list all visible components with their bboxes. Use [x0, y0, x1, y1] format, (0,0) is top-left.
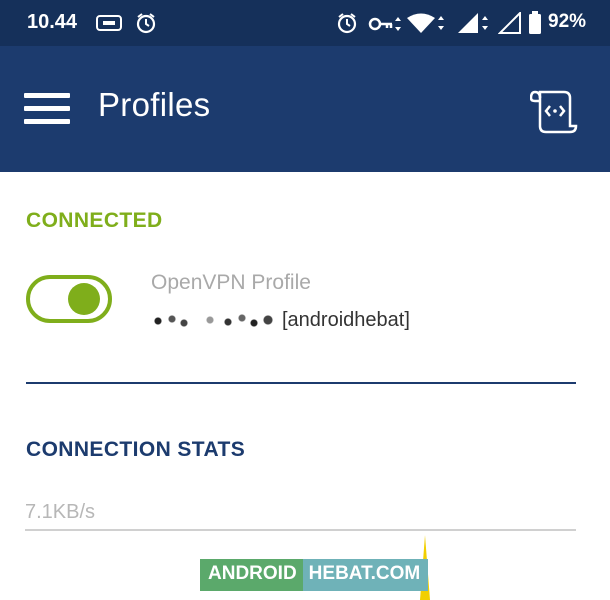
toolbar: Profiles	[0, 46, 610, 172]
battery-icon	[529, 11, 541, 34]
profile-server: [androidhebat]	[150, 308, 410, 332]
profile-name[interactable]: OpenVPN Profile	[151, 271, 311, 295]
signal-empty-icon	[498, 12, 521, 34]
alarm-icon-right	[337, 13, 357, 34]
status-time: 10.44	[27, 11, 78, 33]
cast-icon	[96, 15, 122, 31]
hamburger-menu-icon[interactable]	[24, 93, 70, 125]
toggle-knob	[68, 283, 100, 315]
signal-icon	[458, 13, 488, 33]
profile-server-suffix: [androidhebat]	[282, 308, 410, 331]
vpn-connection-toggle[interactable]	[26, 275, 112, 323]
status-bar: 10.44 92%	[0, 0, 610, 46]
connected-section-header: CONNECTED	[26, 209, 163, 232]
page-title: Profiles	[98, 86, 211, 123]
redacted-server-text	[150, 309, 278, 331]
speed-value: 7.1KB/s	[25, 501, 96, 523]
wifi-icon	[407, 13, 444, 33]
watermark: ANDROID HEBAT.COM	[200, 559, 429, 591]
speed-axis-line	[25, 529, 576, 531]
watermark-part2: HEBAT.COM	[302, 559, 429, 591]
section-divider	[26, 382, 576, 384]
vpn-key-icon	[368, 17, 401, 31]
battery-percent: 92%	[548, 11, 587, 32]
import-profile-icon[interactable]	[530, 86, 580, 136]
watermark-part1: ANDROID	[200, 559, 303, 591]
alarm-icon	[136, 13, 156, 34]
connection-stats-header: CONNECTION STATS	[26, 438, 246, 461]
